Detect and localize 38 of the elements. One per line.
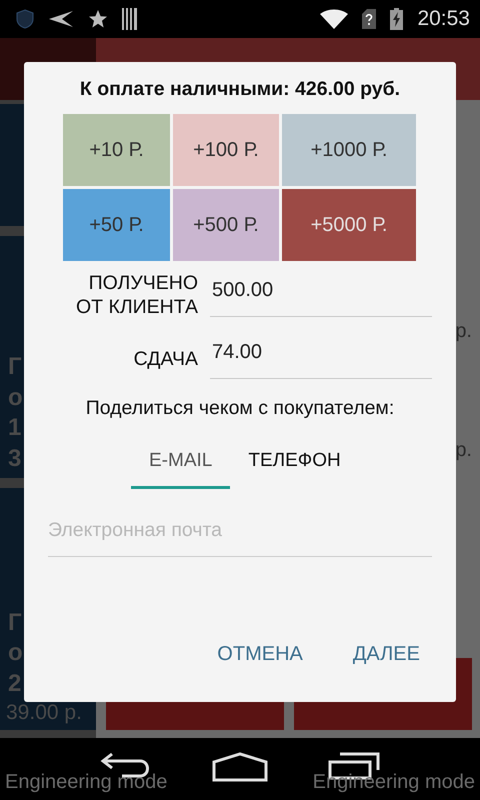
field-label: ПОЛУЧЕНО ОТ КЛИЕНТА <box>74 271 198 319</box>
paper-plane-icon <box>48 10 74 28</box>
product-text: Г <box>8 610 23 636</box>
clock-time: 20:53 <box>417 7 470 31</box>
amount-button[interactable]: +100 Р. <box>173 114 279 186</box>
product-text: 3 <box>8 446 22 472</box>
shield-icon <box>16 9 34 29</box>
product-text: Г <box>8 354 23 381</box>
amount-button[interactable]: +50 Р. <box>63 189 170 261</box>
product-text: о <box>8 640 24 667</box>
amount-button[interactable]: +10 Р. <box>63 114 170 186</box>
product-text: 1 <box>8 415 22 442</box>
wifi-icon <box>320 9 348 29</box>
share-label: Поделиться чеком с покупателем: <box>84 397 396 420</box>
product-text: 2 <box>8 670 22 697</box>
sim-unknown-icon <box>362 9 376 29</box>
share-tab[interactable]: E-MAIL <box>131 440 230 489</box>
barcode-icon <box>122 8 138 30</box>
price-text: р. <box>455 320 472 343</box>
price-text: р. <box>455 439 472 462</box>
amount-button[interactable]: +5000 Р. <box>282 189 416 261</box>
battery-charging-icon <box>390 8 404 30</box>
dialog-title: К оплате наличными: 426.00 руб. <box>78 78 402 101</box>
home-icon[interactable] <box>212 752 268 782</box>
amount-button[interactable]: +1000 Р. <box>282 114 416 186</box>
amount-field[interactable]: 74.00 <box>210 333 432 379</box>
amount-button[interactable]: +500 Р. <box>173 189 279 261</box>
overlay-text: Engineering mode <box>5 771 168 794</box>
product-text: о <box>8 384 24 412</box>
field-label: СДАЧА <box>132 347 198 371</box>
star-icon <box>88 9 108 29</box>
dialog-button[interactable]: ОТМЕНА <box>207 635 313 674</box>
email-field[interactable]: Электронная почта <box>48 511 432 557</box>
dialog-button[interactable]: ДАЛЕЕ <box>342 635 430 674</box>
overlay-text: Engineering mode <box>312 771 475 794</box>
amount-field[interactable]: 500.00 <box>210 271 432 317</box>
product-text: 39.00 р. <box>6 700 83 724</box>
share-tab[interactable]: ТЕЛЕФОН <box>230 440 359 489</box>
